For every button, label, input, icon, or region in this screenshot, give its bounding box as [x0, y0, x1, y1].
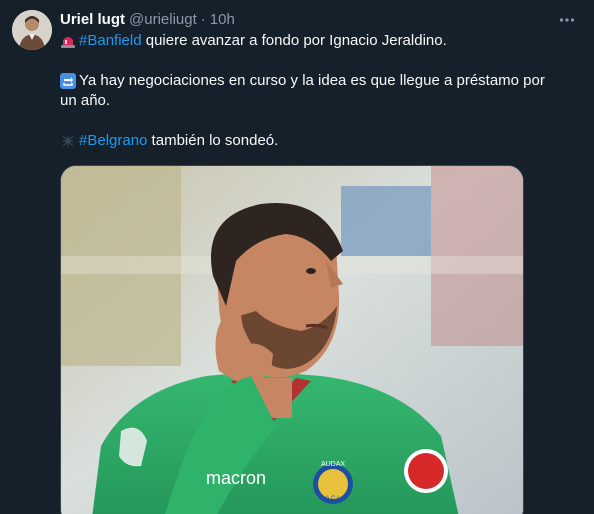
text-segment: también lo sondeó. [147, 132, 279, 149]
arrows-cycle-emoji [60, 73, 76, 89]
hashtag-belgrano[interactable]: #Belgrano [79, 132, 147, 149]
sparkle-emoji [61, 134, 75, 148]
badge-text: AUDAX [321, 461, 345, 468]
hashtag-banfield[interactable]: #Banfield [79, 32, 142, 49]
text-segment: quiere avanzar a fondo por Ignacio Jeral… [141, 32, 447, 49]
text-line-2: Ya hay negociaciones en curso y la idea … [60, 71, 578, 91]
text-segment: un año. [60, 92, 111, 109]
tweet-header: Uriel lugt @urieliugt · 10h [60, 10, 578, 30]
more-dots-icon[interactable] [556, 10, 578, 30]
badge-letters: A.C.I. [325, 496, 340, 502]
text-line-1: #Banfield quiere avanzar a fondo por Ign… [60, 31, 578, 51]
author-name[interactable]: Uriel lugt [60, 10, 125, 30]
text-line-4: #Belgrano también lo sondeó. [60, 131, 578, 151]
player-photo: AUDAX A.C.I. macron [61, 166, 523, 514]
avatar-column [12, 10, 52, 514]
tweet[interactable]: Uriel lugt @urieliugt · 10h #Banfield qu… [0, 0, 594, 514]
timestamp[interactable]: 10h [210, 10, 235, 30]
avatar[interactable] [12, 10, 52, 50]
text-segment: Ya hay negociaciones en curso y la idea … [79, 72, 545, 89]
tweet-media-photo[interactable]: AUDAX A.C.I. macron [60, 165, 524, 514]
author-handle[interactable]: @urieliugt [129, 10, 197, 30]
jersey-brand: macron [206, 468, 266, 488]
tweet-text: #Banfield quiere avanzar a fondo por Ign… [60, 31, 578, 151]
text-line-3: un año. [60, 91, 578, 111]
separator-dot: · [200, 11, 206, 28]
text-paragraph-2: Ya hay negociaciones en curso y la idea … [60, 71, 578, 111]
siren-emoji [61, 37, 75, 48]
